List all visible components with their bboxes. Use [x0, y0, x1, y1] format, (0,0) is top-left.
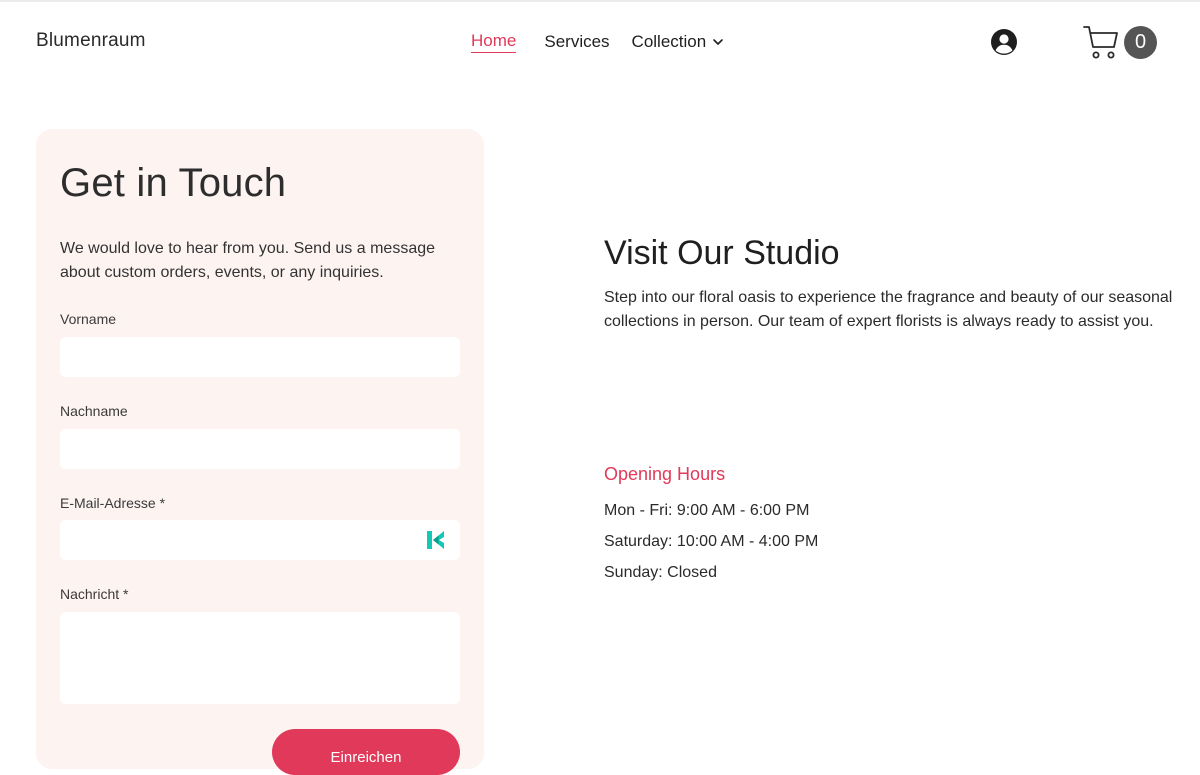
nav-link-collection[interactable]: Collection — [632, 32, 725, 52]
hours-sunday: Sunday: Closed — [604, 564, 717, 581]
user-circle-icon[interactable] — [990, 28, 1018, 56]
studio-description: Step into our floral oasis to experience… — [604, 289, 1173, 330]
main-nav: Home Services Collection — [471, 31, 724, 53]
first-name-field[interactable] — [60, 337, 460, 377]
brand-logo[interactable]: Blumenraum — [36, 30, 146, 52]
site-header: Blumenraum Home Services Collection 0 — [0, 0, 1200, 84]
nav-link-services[interactable]: Services — [544, 32, 609, 52]
shopping-cart-icon — [1083, 26, 1118, 59]
email-label: E-Mail-Adresse * — [60, 495, 166, 511]
cart-count-badge: 0 — [1124, 26, 1157, 59]
chevron-down-icon — [713, 39, 724, 45]
contact-intro: We would love to hear from you. Send us … — [60, 240, 436, 281]
cart-button[interactable]: 0 — [1083, 24, 1159, 62]
last-name-field[interactable] — [60, 429, 460, 469]
email-field[interactable] — [60, 520, 460, 560]
nav-link-home[interactable]: Home — [471, 31, 517, 53]
hours-weekdays: Mon - Fri: 9:00 AM - 6:00 PM — [604, 502, 810, 519]
contact-form-card: Get in Touch We would love to hear from … — [36, 129, 484, 775]
message-field[interactable] — [60, 612, 460, 704]
last-name-label: Nachname — [60, 403, 128, 419]
nav-link-collection-label: Collection — [631, 32, 707, 51]
submit-button[interactable]: Einreichen — [272, 729, 460, 775]
hours-saturday: Saturday: 10:00 AM - 4:00 PM — [604, 533, 819, 550]
first-name-label: Vorname — [60, 311, 117, 327]
message-label: Nachricht * — [60, 586, 129, 602]
studio-title: Visit Our Studio — [604, 234, 840, 272]
autofill-k-icon[interactable] — [426, 530, 446, 550]
opening-hours-title: Opening Hours — [604, 464, 726, 484]
contact-title: Get in Touch — [60, 161, 287, 205]
